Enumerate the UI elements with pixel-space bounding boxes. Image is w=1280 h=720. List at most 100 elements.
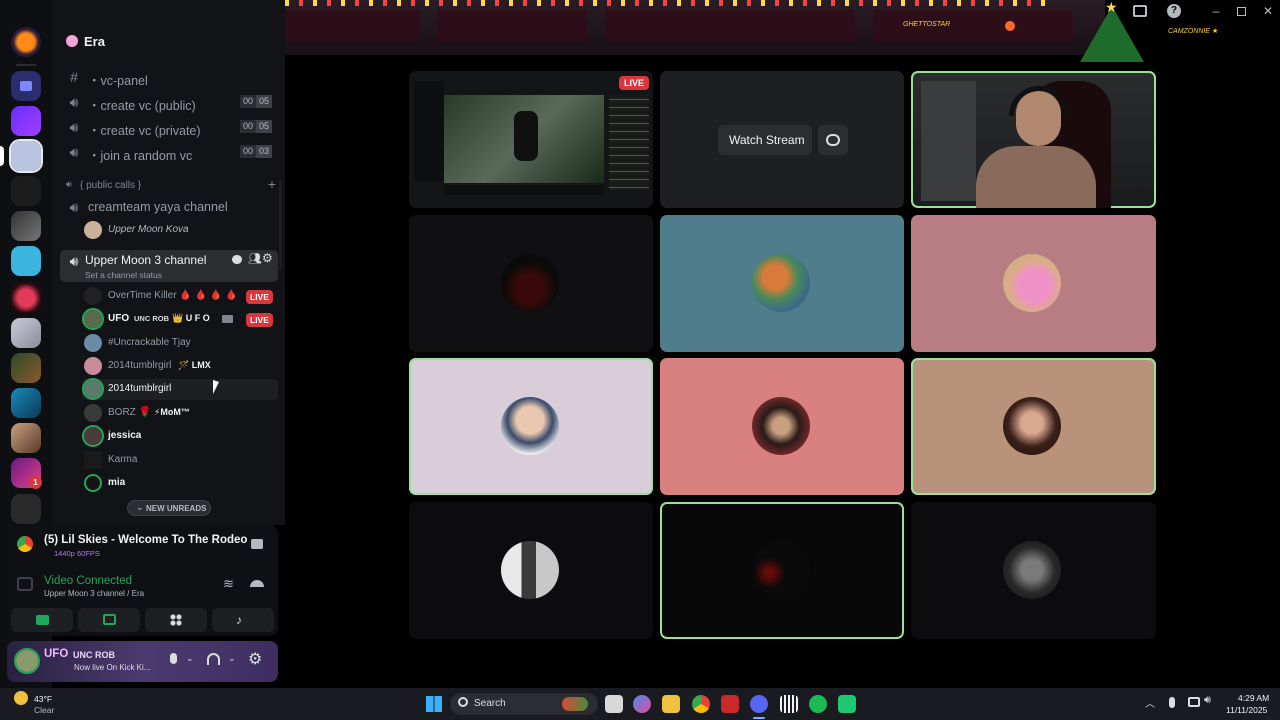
server-icon-lips[interactable] <box>11 283 41 313</box>
mic-chevron-icon[interactable]: ⌄ <box>186 653 194 664</box>
user-avatar[interactable] <box>14 648 40 674</box>
voice-connection-panel: (5) Lil Skies - Welcome To The Rodeo ...… <box>7 525 278 636</box>
channel-vc-panel[interactable]: # ・vc-panel <box>60 66 278 88</box>
server-icon-pumpkin[interactable] <box>11 27 41 57</box>
clock-time[interactable]: 4:29 AM <box>1238 693 1269 703</box>
game-app-icon[interactable] <box>838 695 856 713</box>
count-max: 05 <box>255 95 272 108</box>
server-icon-era[interactable] <box>9 139 43 173</box>
noise-suppression-icon[interactable]: ≋ <box>223 577 237 591</box>
video-tile-rose[interactable] <box>911 215 1156 352</box>
video-tile-dark-1[interactable] <box>409 215 653 352</box>
voice-user[interactable]: Upper Moon Kova <box>82 220 278 241</box>
stream-tile-watch[interactable]: Watch Stream <box>660 71 904 208</box>
channel-status-text[interactable]: Set a channel status <box>85 270 162 280</box>
tray-mic-icon[interactable] <box>1169 697 1175 708</box>
chrome-taskbar-icon[interactable] <box>692 695 710 713</box>
soundboard-button[interactable]: ♪ <box>212 608 274 632</box>
copilot-icon[interactable] <box>633 695 651 713</box>
voice-user-hovered[interactable]: 2014tumblrgirl <box>82 378 278 400</box>
stop-stream-icon[interactable] <box>251 539 263 549</box>
server-icon-purple[interactable] <box>11 106 41 136</box>
channel-upper-moon-3-active[interactable]: 🔊︎ Upper Moon 3 channel Set a channel st… <box>60 250 278 282</box>
video-tile-salmon[interactable] <box>660 358 904 495</box>
disconnect-icon[interactable] <box>250 580 264 587</box>
microphone-icon[interactable] <box>170 653 177 664</box>
server-icon-sand[interactable] <box>11 423 41 453</box>
activities-button[interactable] <box>145 608 207 632</box>
camera-button[interactable] <box>11 608 73 632</box>
voice-user[interactable]: BORZ 🌹 ⚡MoM™ <box>82 403 278 424</box>
voice-user[interactable]: 2014tumblrgirl 🪄 LMX <box>82 356 278 377</box>
windows-start-icon[interactable] <box>426 696 442 712</box>
tray-overflow-chevron-icon[interactable]: ︿ <box>1145 695 1155 710</box>
screen-share-button[interactable] <box>78 608 140 632</box>
server-icon-folder[interactable] <box>11 71 41 101</box>
voice-user[interactable]: UFO UNC ROB 👑 U F O LIVE <box>82 308 278 330</box>
audio-app-icon[interactable] <box>780 695 798 713</box>
spotify-icon[interactable] <box>809 695 827 713</box>
banner-lights <box>215 0 1055 6</box>
stream-tile-live[interactable]: LIVE <box>409 71 653 208</box>
voice-status-subtitle[interactable]: Upper Moon 3 channel / Era <box>44 589 144 598</box>
headphones-icon[interactable] <box>207 653 220 665</box>
news-app-icon[interactable] <box>721 695 739 713</box>
video-tile-tan[interactable] <box>911 358 1156 495</box>
voice-user[interactable]: OverTime Killer 🩸 🩸 🩸 🩸 LIVE <box>82 286 278 307</box>
server-icon-blue[interactable] <box>11 388 41 418</box>
help-icon[interactable]: ? <box>1167 4 1181 18</box>
weather-temperature[interactable]: 43°F <box>34 694 52 704</box>
inbox-icon[interactable] <box>1133 5 1147 17</box>
popout-stream-button[interactable] <box>818 125 848 155</box>
channel-join-random-vc[interactable]: 🔊︎ ・join a random vc 00 03 <box>60 141 278 163</box>
gear-icon[interactable]: ⚙ <box>262 251 273 265</box>
channel-create-vc-public[interactable]: 🔊︎ ・create vc (public) 00 05 <box>60 91 278 113</box>
new-unreads-pill[interactable]: ⌄ NEW UNREADS <box>127 500 211 516</box>
weather-description[interactable]: Clear <box>34 705 54 715</box>
video-tile-teal[interactable] <box>660 215 904 352</box>
minimize-button[interactable]: – <box>1210 4 1222 18</box>
close-window-button[interactable]: ✕ <box>1262 4 1274 18</box>
windows-taskbar: 43°F Clear Search ︿ 🔊︎ 4:29 AM 11/11/202… <box>0 688 1280 720</box>
video-tile-lilac[interactable] <box>409 358 653 495</box>
count-current: 00 <box>239 145 256 158</box>
headphones-chevron-icon[interactable]: ⌄ <box>228 653 236 664</box>
channel-scrollbar[interactable] <box>279 180 282 270</box>
server-icon-gray[interactable] <box>11 211 41 241</box>
voice-user[interactable]: Karma <box>82 450 278 471</box>
channel-creamteam[interactable]: 🔊︎ creamteam yaya channel <box>60 196 278 218</box>
voice-user-name: #Uncrackable Tjay <box>108 337 191 348</box>
video-tile-dark-3[interactable] <box>660 502 904 639</box>
watch-stream-button[interactable]: Watch Stream <box>718 125 812 155</box>
task-view-icon[interactable] <box>605 695 623 713</box>
server-icon-dark[interactable] <box>11 494 41 524</box>
clock-date[interactable]: 11/11/2025 <box>1226 705 1267 715</box>
server-icon-art[interactable] <box>11 176 41 206</box>
taskbar-search-box[interactable]: Search <box>450 693 598 715</box>
tray-volume-icon[interactable]: 🔊︎ <box>1204 694 1211 707</box>
invite-icon[interactable]: 👥︎ <box>248 252 262 265</box>
server-icon-flowers[interactable] <box>11 353 41 383</box>
avatar <box>84 334 102 352</box>
server-icon-angel[interactable] <box>11 318 41 348</box>
discord-taskbar-icon[interactable] <box>750 695 768 713</box>
video-tile-dark-4[interactable] <box>911 502 1156 639</box>
video-tile-dark-2[interactable] <box>409 502 653 639</box>
user-settings-gear-icon[interactable]: ⚙ <box>248 649 262 669</box>
category-public-calls[interactable]: 🔊︎ { public calls } + <box>66 176 276 194</box>
voice-user[interactable]: mia <box>82 473 278 494</box>
channel-create-vc-private[interactable]: 🔊︎ ・create vc (private) 00 05 <box>60 116 278 138</box>
voice-status-title[interactable]: Video Connected <box>44 575 132 587</box>
voice-user[interactable]: #Uncrackable Tjay <box>82 333 278 354</box>
video-tile-webcam[interactable] <box>911 71 1156 208</box>
create-channel-plus-icon[interactable]: + <box>268 176 276 192</box>
voice-user-name: 2014tumblrgirl <box>108 360 172 371</box>
tray-network-icon[interactable] <box>1188 697 1200 707</box>
voice-user[interactable]: jessica <box>82 425 278 447</box>
chat-bubble-icon[interactable] <box>232 255 242 264</box>
server-icon-club-cafe[interactable] <box>11 246 41 276</box>
file-explorer-icon[interactable] <box>662 695 680 713</box>
avatar <box>84 221 102 239</box>
maximize-button[interactable] <box>1237 7 1246 16</box>
server-header[interactable]: Era <box>52 27 285 55</box>
